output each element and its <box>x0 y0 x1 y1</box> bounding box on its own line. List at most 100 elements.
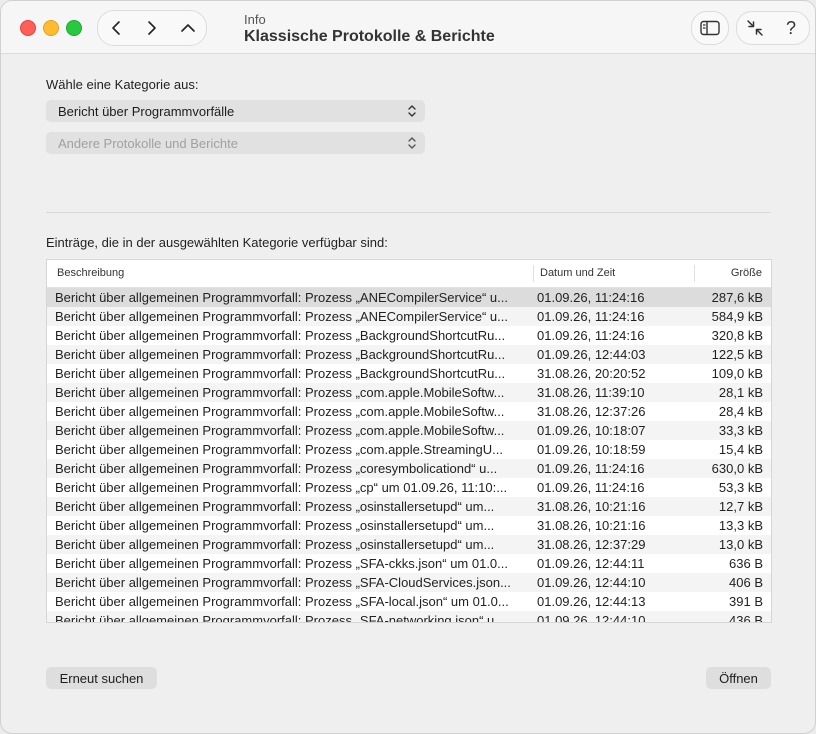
row-size: 320,8 kB <box>711 328 763 343</box>
chevron-right-icon <box>148 21 156 35</box>
section-divider <box>46 212 771 213</box>
row-description: Bericht über allgemeinen Programmvorfall… <box>55 556 509 571</box>
navigation-group <box>97 10 207 46</box>
row-date: 31.08.26, 10:21:16 <box>537 518 646 533</box>
row-size: 630,0 kB <box>711 461 763 476</box>
updown-chevron-icon <box>408 137 416 149</box>
table-row[interactable]: Bericht über allgemeinen Programmvorfall… <box>47 326 771 345</box>
titlebar: Info Klassische Protokolle & Berichte ? <box>1 1 815 54</box>
row-size: 436 B <box>729 613 763 623</box>
row-date: 31.08.26, 12:37:29 <box>537 537 646 552</box>
table-row[interactable]: Bericht über allgemeinen Programmvorfall… <box>47 364 771 383</box>
table-row[interactable]: Bericht über allgemeinen Programmvorfall… <box>47 383 771 402</box>
row-description: Bericht über allgemeinen Programmvorfall… <box>55 575 511 590</box>
up-button[interactable] <box>173 13 203 43</box>
row-date: 01.09.26, 11:24:16 <box>537 328 645 343</box>
subcategory-popup[interactable]: Andere Protokolle und Berichte <box>46 132 425 154</box>
table-row[interactable]: Bericht über allgemeinen Programmvorfall… <box>47 516 771 535</box>
row-size: 13,0 kB <box>718 537 763 552</box>
collapse-button[interactable] <box>740 13 770 43</box>
row-date: 31.08.26, 11:39:10 <box>537 385 645 400</box>
forward-button[interactable] <box>137 13 167 43</box>
row-date: 01.09.26, 11:24:16 <box>537 309 645 324</box>
window-subtitle: Info <box>244 12 266 27</box>
row-size: 584,9 kB <box>711 309 763 324</box>
row-description: Bericht über allgemeinen Programmvorfall… <box>55 594 509 609</box>
row-date: 01.09.26, 11:24:16 <box>537 480 645 495</box>
row-description: Bericht über allgemeinen Programmvorfall… <box>55 404 505 419</box>
open-button[interactable]: Öffnen <box>706 667 771 689</box>
table-row[interactable]: Bericht über allgemeinen Programmvorfall… <box>47 554 771 573</box>
table-row[interactable]: Bericht über allgemeinen Programmvorfall… <box>47 345 771 364</box>
row-size: 28,1 kB <box>718 385 763 400</box>
row-date: 31.08.26, 12:37:26 <box>537 404 646 419</box>
minimize-window-button[interactable] <box>43 20 59 36</box>
row-size: 287,6 kB <box>711 290 763 305</box>
row-size: 15,4 kB <box>718 442 763 457</box>
table-rows: Bericht über allgemeinen Programmvorfall… <box>47 288 771 623</box>
entries-table[interactable]: Beschreibung Datum und Zeit Größe Berich… <box>46 259 772 623</box>
table-row[interactable]: Bericht über allgemeinen Programmvorfall… <box>47 459 771 478</box>
column-separator[interactable] <box>533 265 534 282</box>
sidebar-toggle-button[interactable] <box>691 11 729 45</box>
column-header-size[interactable]: Größe <box>731 260 762 287</box>
back-button[interactable] <box>101 13 131 43</box>
table-row[interactable]: Bericht über allgemeinen Programmvorfall… <box>47 611 771 623</box>
row-date: 01.09.26, 10:18:07 <box>537 423 646 438</box>
table-row[interactable]: Bericht über allgemeinen Programmvorfall… <box>47 478 771 497</box>
table-row[interactable]: Bericht über allgemeinen Programmvorfall… <box>47 535 771 554</box>
collapse-arrows-icon <box>747 20 763 36</box>
row-size: 406 B <box>729 575 763 590</box>
rescan-button[interactable]: Erneut suchen <box>46 667 157 689</box>
chevron-up-icon <box>181 24 195 32</box>
row-size: 109,0 kB <box>711 366 763 381</box>
row-description: Bericht über allgemeinen Programmvorfall… <box>55 309 508 324</box>
row-date: 01.09.26, 10:18:59 <box>537 442 646 457</box>
row-date: 01.09.26, 12:44:13 <box>537 594 646 609</box>
updown-chevron-icon <box>408 105 416 117</box>
sidebar-icon <box>700 20 720 36</box>
row-description: Bericht über allgemeinen Programmvorfall… <box>55 518 495 533</box>
column-separator[interactable] <box>694 265 695 282</box>
category-label: Wähle eine Kategorie aus: <box>46 77 199 92</box>
row-size: 12,7 kB <box>718 499 763 514</box>
row-date: 31.08.26, 20:20:52 <box>537 366 646 381</box>
row-size: 636 B <box>729 556 763 571</box>
table-header: Beschreibung Datum und Zeit Größe <box>47 260 771 288</box>
row-description: Bericht über allgemeinen Programmvorfall… <box>55 366 506 381</box>
close-window-button[interactable] <box>20 20 36 36</box>
row-description: Bericht über allgemeinen Programmvorfall… <box>55 442 503 457</box>
row-date: 01.09.26, 11:24:16 <box>537 290 645 305</box>
row-description: Bericht über allgemeinen Programmvorfall… <box>55 613 506 623</box>
help-button[interactable]: ? <box>776 13 806 43</box>
category-popup[interactable]: Bericht über Programmvorfälle <box>46 100 425 122</box>
table-row[interactable]: Bericht über allgemeinen Programmvorfall… <box>47 402 771 421</box>
table-row[interactable]: Bericht über allgemeinen Programmvorfall… <box>47 440 771 459</box>
table-row[interactable]: Bericht über allgemeinen Programmvorfall… <box>47 573 771 592</box>
table-row[interactable]: Bericht über allgemeinen Programmvorfall… <box>47 288 771 307</box>
row-description: Bericht über allgemeinen Programmvorfall… <box>55 385 505 400</box>
table-row[interactable]: Bericht über allgemeinen Programmvorfall… <box>47 307 771 326</box>
row-date: 01.09.26, 12:44:10 <box>537 613 646 623</box>
row-size: 122,5 kB <box>711 347 763 362</box>
row-date: 01.09.26, 12:44:10 <box>537 575 646 590</box>
table-row[interactable]: Bericht über allgemeinen Programmvorfall… <box>47 497 771 516</box>
zoom-window-button[interactable] <box>66 20 82 36</box>
row-size: 33,3 kB <box>718 423 763 438</box>
row-size: 28,4 kB <box>718 404 763 419</box>
chevron-left-icon <box>112 21 120 35</box>
row-description: Bericht über allgemeinen Programmvorfall… <box>55 347 506 362</box>
column-header-date[interactable]: Datum und Zeit <box>540 260 615 287</box>
category-popup-value: Bericht über Programmvorfälle <box>58 103 235 119</box>
row-size: 53,3 kB <box>718 480 763 495</box>
row-date: 01.09.26, 12:44:11 <box>537 556 645 571</box>
table-row[interactable]: Bericht über allgemeinen Programmvorfall… <box>47 592 771 611</box>
row-description: Bericht über allgemeinen Programmvorfall… <box>55 423 505 438</box>
table-row[interactable]: Bericht über allgemeinen Programmvorfall… <box>47 421 771 440</box>
window: Info Klassische Protokolle & Berichte ? … <box>0 0 816 734</box>
row-size: 391 B <box>729 594 763 609</box>
right-toolbar-group: ? <box>736 11 810 45</box>
row-description: Bericht über allgemeinen Programmvorfall… <box>55 328 506 343</box>
column-header-description[interactable]: Beschreibung <box>57 260 124 287</box>
row-date: 01.09.26, 12:44:03 <box>537 347 646 362</box>
